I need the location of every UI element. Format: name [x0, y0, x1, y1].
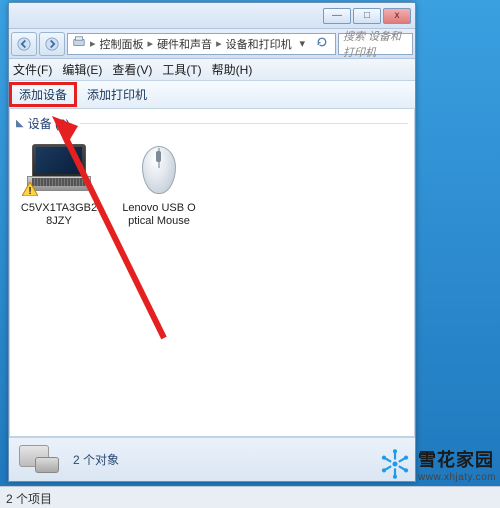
breadcrumb-item[interactable]: 设备和打印机 [226, 36, 292, 52]
device-list: ! C5VX1TA3GB28JZY Lenovo USB Optical Mou… [10, 136, 414, 234]
menu-view[interactable]: 查看(V) [112, 61, 152, 78]
menu-help[interactable]: 帮助(H) [212, 61, 253, 78]
mouse-icon [124, 142, 194, 198]
laptop-icon: ! [24, 142, 94, 198]
device-name: C5VX1TA3GB28JZY [20, 202, 98, 228]
group-header[interactable]: ◣ 设备 (2) [10, 109, 414, 136]
navbar: ▸ 控制面板 ▸ 硬件和声音 ▸ 设备和打印机 ▾ 搜索 设备和打印机 [9, 29, 415, 59]
device-name: Lenovo USB Optical Mouse [120, 202, 198, 228]
titlebar: — □ x [9, 3, 415, 29]
group-divider [80, 123, 408, 124]
address-bar[interactable]: ▸ 控制面板 ▸ 硬件和声音 ▸ 设备和打印机 ▾ [67, 33, 336, 55]
address-dropdown-icon[interactable]: ▾ [297, 37, 309, 50]
forward-button[interactable] [39, 32, 65, 56]
details-summary: 2 个对象 [73, 451, 119, 468]
collapse-icon: ◣ [16, 118, 24, 129]
statusbar-text: 2 个项目 [6, 492, 52, 506]
group-label: 设备 (2) [28, 115, 70, 132]
toolbar: 添加设备 添加打印机 [9, 81, 415, 109]
refresh-icon[interactable] [313, 36, 331, 51]
menu-edit[interactable]: 编辑(E) [62, 61, 102, 78]
breadcrumb-sep-icon: ▸ [148, 37, 154, 50]
device-item-mouse[interactable]: Lenovo USB Optical Mouse [120, 142, 198, 228]
menubar: 文件(F) 编辑(E) 查看(V) 工具(T) 帮助(H) [9, 59, 415, 81]
content-area: ◣ 设备 (2) ! C5VX1TA3GB28JZY [9, 109, 415, 437]
devices-printers-icon [72, 35, 86, 52]
minimize-button[interactable]: — [323, 8, 351, 24]
close-button[interactable]: x [383, 8, 411, 24]
search-input[interactable]: 搜索 设备和打印机 [338, 33, 413, 55]
snowflake-logo-icon [378, 447, 412, 481]
explorer-window: — □ x ▸ 控制面板 ▸ 硬件和声音 ▸ 设备和打印机 ▾ 搜索 设备和打印… [8, 2, 416, 482]
menu-file[interactable]: 文件(F) [13, 61, 52, 78]
watermark-url: www.xhjaty.com [418, 472, 496, 483]
breadcrumb-sep-icon: ▸ [216, 37, 222, 50]
menu-tools[interactable]: 工具(T) [162, 61, 201, 78]
watermark: 雪花家园 www.xhjaty.com [378, 442, 500, 486]
warning-badge-icon: ! [22, 182, 38, 196]
add-device-button[interactable]: 添加设备 [9, 82, 77, 107]
back-button[interactable] [11, 32, 37, 56]
maximize-button[interactable]: □ [353, 8, 381, 24]
breadcrumb-item[interactable]: 硬件和声音 [157, 36, 212, 52]
breadcrumb-sep-icon: ▸ [90, 37, 96, 50]
details-pane: 2 个对象 [9, 437, 415, 481]
add-printer-button[interactable]: 添加打印机 [77, 82, 157, 107]
statusbar: 2 个项目 [0, 486, 500, 508]
details-thumbnail-icon [17, 443, 63, 477]
watermark-brand: 雪花家园 [418, 446, 496, 472]
svg-text:!: ! [28, 186, 31, 196]
breadcrumb-item[interactable]: 控制面板 [100, 36, 144, 52]
device-item-laptop[interactable]: ! C5VX1TA3GB28JZY [20, 142, 98, 228]
